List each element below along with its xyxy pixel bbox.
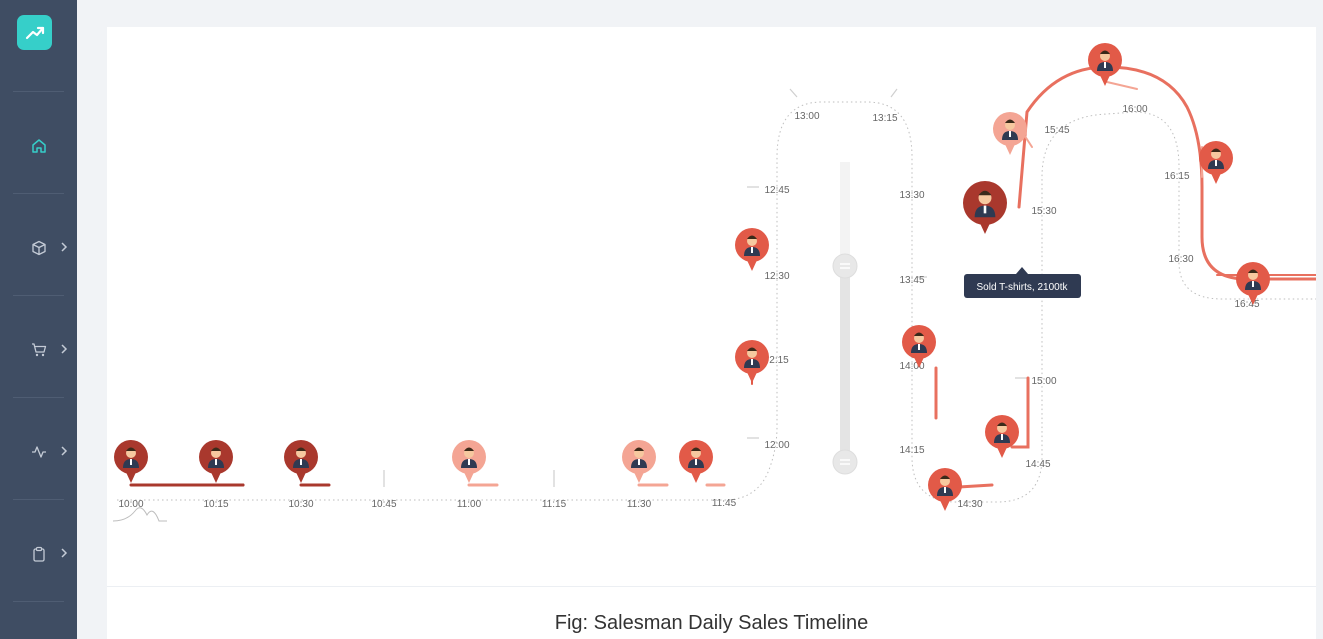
chevron-right-icon [61, 446, 68, 456]
tick-label: 14:45 [1025, 459, 1050, 470]
chevron-right-icon [61, 548, 68, 558]
event-pin[interactable] [985, 415, 1019, 458]
sales-timeline-chart[interactable]: 10:00 10:15 10:30 10:45 11:00 11:15 11:30 11:45… [107, 27, 1316, 587]
tooltip-text: Sold T-shirts, 2100tk [977, 282, 1069, 293]
sidebar-item-activity[interactable] [0, 427, 77, 477]
tick-label: 15:00 [1031, 376, 1056, 387]
tick-label: 11:00 [457, 499, 482, 510]
chevron-right-icon [61, 242, 68, 252]
tick-label: 12:00 [764, 440, 789, 451]
event-pin[interactable] [735, 340, 769, 383]
tick-label: 13:00 [794, 111, 819, 122]
tooltip: Sold T-shirts, 2100tk [964, 267, 1081, 298]
sidebar-item-reports[interactable] [0, 529, 77, 579]
tick-mark [890, 88, 898, 98]
logo[interactable] [17, 15, 52, 50]
tick-label: 16:45 [1234, 299, 1259, 310]
event-pin[interactable] [679, 440, 713, 483]
trending-up-icon [25, 26, 44, 39]
tick-label: 12:30 [764, 271, 789, 282]
event-pin[interactable] [622, 440, 656, 483]
figure-caption: Fig: Salesman Daily Sales Timeline [554, 612, 869, 634]
tick-label: 10:45 [371, 499, 396, 510]
tick-label: 16:15 [1164, 171, 1189, 182]
tick-label: 11:45 [712, 498, 737, 509]
home-icon [31, 139, 46, 153]
tick-label: 16:00 [1122, 104, 1147, 115]
tick-label: 16:30 [1168, 254, 1193, 265]
event-pin[interactable] [452, 440, 486, 483]
cube-icon [31, 240, 46, 256]
sidebar-item-home[interactable] [0, 121, 77, 171]
tick-label: 11:15 [542, 499, 567, 510]
sidebar [0, 0, 77, 639]
tick-label: 11:30 [627, 499, 652, 510]
progress-segment [957, 483, 994, 489]
tick-mark [789, 88, 798, 98]
tick-label: 10:30 [288, 499, 313, 510]
tick-label: 2:15 [769, 355, 789, 366]
event-pin[interactable] [1088, 43, 1122, 86]
tick-label: 10:00 [118, 499, 143, 510]
tick-label: 14:15 [899, 445, 924, 456]
event-pin[interactable] [735, 228, 769, 271]
scrollbar-grip[interactable] [832, 449, 858, 475]
tick-label: 13:15 [872, 113, 897, 124]
tick-label: 13:30 [899, 190, 924, 201]
sidebar-item-products[interactable] [0, 223, 77, 273]
chart-card: 10:00 10:15 10:30 10:45 11:00 11:15 11:30 11:45… [107, 27, 1316, 639]
tick-label: 10:15 [203, 499, 228, 510]
tick-label: 12:45 [764, 185, 789, 196]
tick-label: 14:30 [957, 499, 982, 510]
chevron-right-icon [61, 344, 68, 354]
progress-segment [1106, 81, 1138, 90]
event-pin[interactable] [284, 440, 318, 483]
event-pin[interactable] [114, 440, 148, 483]
tick-label: 13:45 [899, 275, 924, 286]
activity-icon [31, 446, 46, 458]
tick-label: 15:30 [1031, 206, 1056, 217]
event-pin[interactable] [993, 112, 1027, 155]
event-pin[interactable] [199, 440, 233, 483]
event-pin[interactable] [1199, 141, 1233, 184]
sidebar-item-cart[interactable] [0, 325, 77, 375]
tick-label: 15:45 [1044, 125, 1069, 136]
cart-icon [31, 343, 46, 357]
scrollbar-grip[interactable] [832, 253, 858, 279]
clipboard-icon [32, 546, 45, 562]
scrollbar-thumb [840, 266, 850, 462]
event-pin[interactable] [963, 181, 1007, 234]
